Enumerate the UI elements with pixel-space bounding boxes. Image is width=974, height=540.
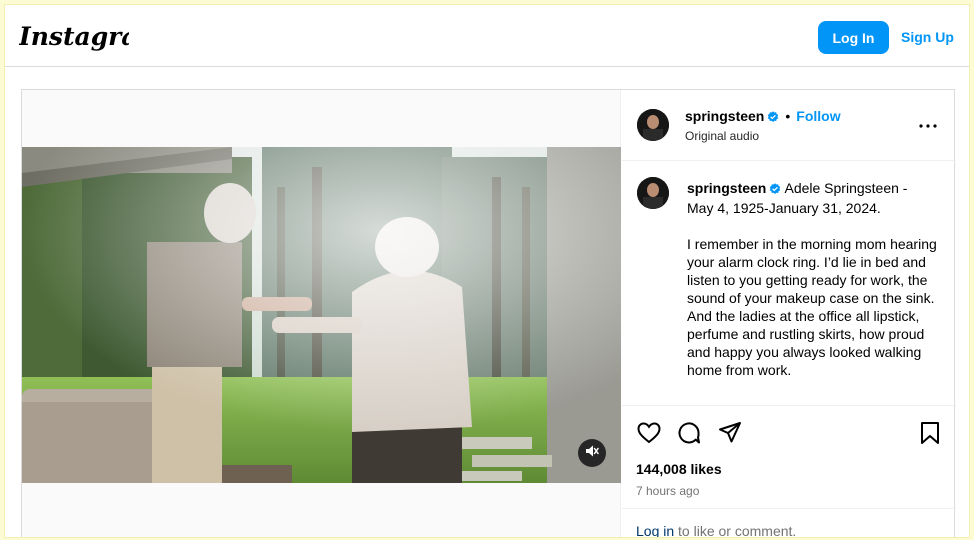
signup-link[interactable]: Sign Up [901, 29, 954, 45]
muted-speaker-icon [585, 444, 599, 463]
comment-login-prompt: Log in to like or comment. [636, 523, 797, 538]
author-avatar[interactable] [637, 109, 669, 141]
comment-icon[interactable] [676, 420, 702, 446]
post-timestamp[interactable]: 7 hours ago [636, 484, 699, 498]
more-options-icon[interactable] [916, 118, 940, 134]
caption-author-avatar[interactable] [637, 177, 669, 209]
post-header-line: springsteen • Follow [685, 108, 841, 126]
instagram-logo[interactable]: Instagram [18, 19, 164, 58]
header-separator: • [785, 108, 791, 124]
audio-label[interactable]: Original audio [685, 129, 759, 143]
comment-login-bar: Log in to like or comment. [622, 508, 956, 538]
post-side-panel: springsteen • Follow Original audio spri… [622, 90, 956, 538]
caption-body: I remember in the morning mom hearing yo… [687, 236, 937, 378]
follow-button[interactable]: Follow [796, 108, 840, 124]
caption-text: springsteen Adele Springsteen - May 4, 1… [687, 179, 937, 379]
verified-badge-icon [769, 181, 781, 199]
comment-prompt-text: to like or comment. [674, 523, 797, 538]
bookmark-icon[interactable] [917, 420, 943, 446]
page-frame: Instagram Log In Sign Up [4, 4, 970, 538]
caption-section: springsteen Adele Springsteen - May 4, 1… [622, 162, 956, 406]
post-container: springsteen • Follow Original audio spri… [21, 89, 956, 538]
top-navigation-bar: Instagram Log In Sign Up [5, 5, 969, 67]
share-icon[interactable] [717, 420, 743, 446]
comment-login-link[interactable]: Log in [636, 523, 674, 537]
media-panel [22, 90, 621, 537]
likes-count[interactable]: 144,008 likes [636, 461, 722, 477]
heart-icon[interactable] [636, 420, 662, 446]
post-video[interactable] [22, 147, 621, 483]
caption-username[interactable]: springsteen [687, 180, 766, 196]
mute-toggle-button[interactable] [578, 439, 606, 467]
post-header: springsteen • Follow Original audio [622, 90, 956, 161]
login-button[interactable]: Log In [818, 21, 889, 54]
verified-badge-icon [767, 110, 779, 126]
author-username[interactable]: springsteen [685, 108, 764, 124]
svg-text:Instagram: Instagram [19, 22, 129, 51]
